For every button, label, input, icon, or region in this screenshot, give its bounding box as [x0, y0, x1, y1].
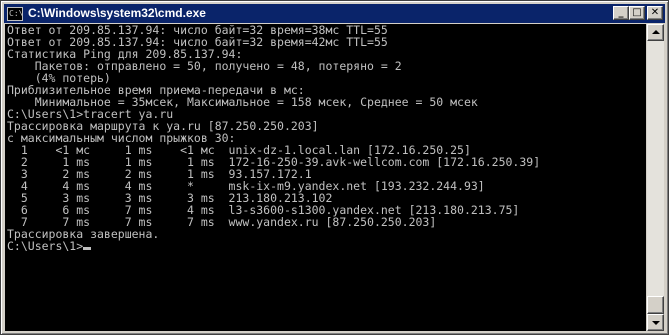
arrow-down-icon — [652, 321, 660, 325]
console-line: Трассировка завершена. — [7, 227, 160, 241]
text-cursor — [83, 247, 92, 250]
command-prompt: C:\Users\1> — [7, 239, 84, 253]
maximize-button[interactable]: □ — [629, 6, 645, 20]
scroll-down-button[interactable] — [647, 314, 664, 331]
arrow-up-icon — [652, 30, 660, 34]
vertical-scrollbar[interactable] — [647, 24, 664, 331]
cmd-window: C:\ C:\Windows\system32\cmd.exe _ □ ✕ От… — [0, 0, 669, 335]
cmd-app-icon[interactable]: C:\ — [7, 6, 23, 21]
scroll-up-button[interactable] — [647, 24, 664, 41]
minimize-button[interactable]: _ — [613, 6, 629, 20]
window-title: C:\Windows\system32\cmd.exe — [28, 6, 206, 20]
window-controls: _ □ ✕ — [613, 6, 663, 20]
console-output[interactable]: Ответ от 209.85.137.94: число байт=32 вр… — [5, 24, 646, 331]
close-button[interactable]: ✕ — [647, 6, 663, 20]
title-bar[interactable]: C:\ C:\Windows\system32\cmd.exe _ □ ✕ — [4, 4, 665, 23]
prompt-line[interactable]: C:\Users\1> — [5, 240, 646, 252]
scrollbar-thumb[interactable] — [647, 296, 664, 314]
